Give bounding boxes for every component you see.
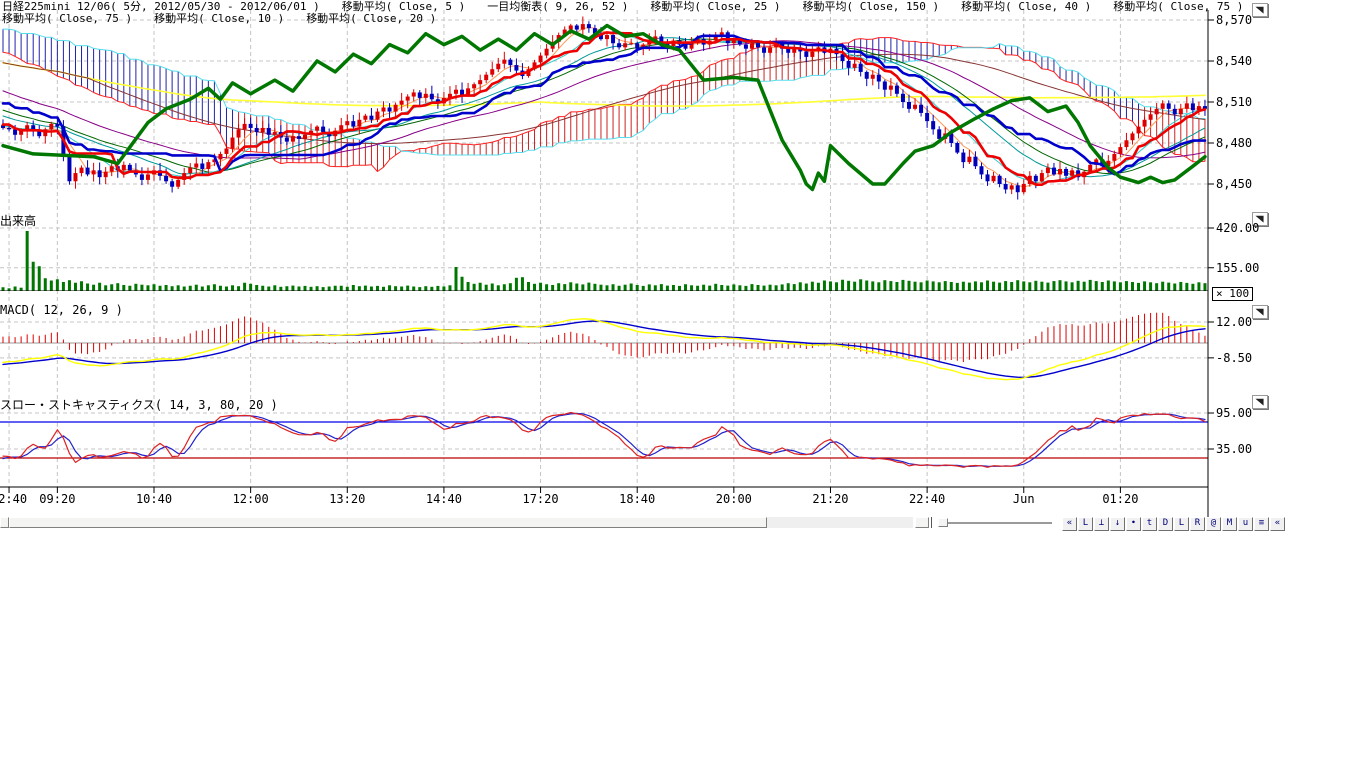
legend-item: 移動平均( Close, 40 ) <box>961 0 1091 13</box>
axes <box>0 10 1214 517</box>
toolbar-button[interactable]: @ <box>1206 517 1221 531</box>
toolbar-button[interactable]: L <box>1078 517 1093 531</box>
volume-panel-title: 出来高 <box>0 212 36 229</box>
scrollbar-mini-button[interactable] <box>915 517 929 528</box>
time-axis-label: 17:20 <box>522 492 558 506</box>
stoch-panel-dropdown-button[interactable] <box>1252 395 1268 409</box>
volume-multiplier-box: × 100 <box>1212 287 1253 301</box>
price-axis-label: 8,540 <box>1216 54 1252 68</box>
grid-lines <box>0 10 1208 487</box>
time-axis-label: 18:40 <box>619 492 655 506</box>
time-axis-label: 13:20 <box>329 492 365 506</box>
scrollbar-divider <box>931 517 932 528</box>
legend-item: 移動平均( Close, 75 ) <box>2 12 132 25</box>
zoom-slider-handle[interactable] <box>938 518 948 527</box>
macd-axis-label: 12.00 <box>1216 315 1252 329</box>
price-axis-label: 8,450 <box>1216 177 1252 191</box>
chart-plot-area[interactable] <box>0 0 1366 527</box>
time-axis-label: 10:40 <box>136 492 172 506</box>
time-axis-label: 09:20 <box>39 492 75 506</box>
dropdown-triangle-icon <box>1255 398 1264 406</box>
price-axis-label: 8,510 <box>1216 95 1252 109</box>
chart-window: 日経225mini 12/06( 5分, 2012/05/30 - 2012/0… <box>0 0 1366 768</box>
toolbar-button[interactable]: ⊥ <box>1094 517 1109 531</box>
toolbar-button[interactable]: R <box>1190 517 1205 531</box>
price-axis-label: 8,570 <box>1216 13 1252 27</box>
price-panel-dropdown-button[interactable] <box>1252 3 1268 17</box>
macd-panel <box>0 313 1208 380</box>
legend-item: 移動平均( Close, 75 ) <box>1113 0 1243 13</box>
time-axis-label: 20:00 <box>716 492 752 506</box>
volume-axis-label: 420.00 <box>1216 221 1259 235</box>
toolbar-button[interactable]: « <box>1270 517 1285 531</box>
time-axis-label: 21:20 <box>812 492 848 506</box>
macd-panel-title: MACD( 12, 26, 9 ) <box>0 303 123 317</box>
scrollbar-left-button[interactable] <box>0 517 9 528</box>
stoch-axis-label: 35.00 <box>1216 442 1252 456</box>
macd-panel-dropdown-button[interactable] <box>1252 305 1268 319</box>
legend-item: 移動平均( Close, 20 ) <box>306 12 436 25</box>
volume-axis-label: 155.00 <box>1216 261 1259 275</box>
time-axis-label: 02:40 <box>0 492 27 506</box>
legend-row-2: 移動平均( Close, 75 ) 移動平均( Close, 10 ) 移動平均( … <box>2 13 458 25</box>
legend-item: 移動平均( Close, 25 ) <box>650 0 780 13</box>
legend-item: 移動平均( Close, 10 ) <box>154 12 284 25</box>
time-axis-label: 12:00 <box>233 492 269 506</box>
scrollbar-thumb[interactable] <box>9 517 767 528</box>
dropdown-triangle-icon <box>1255 308 1264 316</box>
macd-axis-label: -8.50 <box>1216 351 1252 365</box>
toolbar-button[interactable]: ↓ <box>1110 517 1125 531</box>
toolbar-button[interactable]: L <box>1174 517 1189 531</box>
toolbar-button[interactable]: M <box>1222 517 1237 531</box>
time-axis-label: 14:40 <box>426 492 462 506</box>
time-axis-label: 22:40 <box>909 492 945 506</box>
tenkan-kijun-lines <box>3 32 1205 184</box>
toolbar-button[interactable]: u <box>1238 517 1253 531</box>
time-axis-label: 01:20 <box>1102 492 1138 506</box>
volume-bars <box>0 231 1208 291</box>
toolbar-button[interactable]: ≡ <box>1254 517 1269 531</box>
toolbar-button[interactable]: « <box>1062 517 1077 531</box>
time-axis-label: Jun <box>1013 492 1035 506</box>
zoom-slider-track[interactable] <box>948 522 1052 525</box>
stoch-panel-title: スロー・ストキャスティクス( 14, 3, 80, 20 ) <box>0 396 278 413</box>
stochastics-panel <box>0 413 1208 468</box>
legend-item: 一目均衡表( 9, 26, 52 ) <box>487 0 628 13</box>
toolbar-button[interactable]: D <box>1158 517 1173 531</box>
toolbar-button[interactable]: ∙ <box>1126 517 1141 531</box>
stoch-axis-label: 95.00 <box>1216 406 1252 420</box>
toolbar-button[interactable]: t <box>1142 517 1157 531</box>
dropdown-triangle-icon <box>1255 6 1264 14</box>
legend-item: 移動平均( Close, 150 ) <box>802 0 939 13</box>
price-axis-label: 8,480 <box>1216 136 1252 150</box>
